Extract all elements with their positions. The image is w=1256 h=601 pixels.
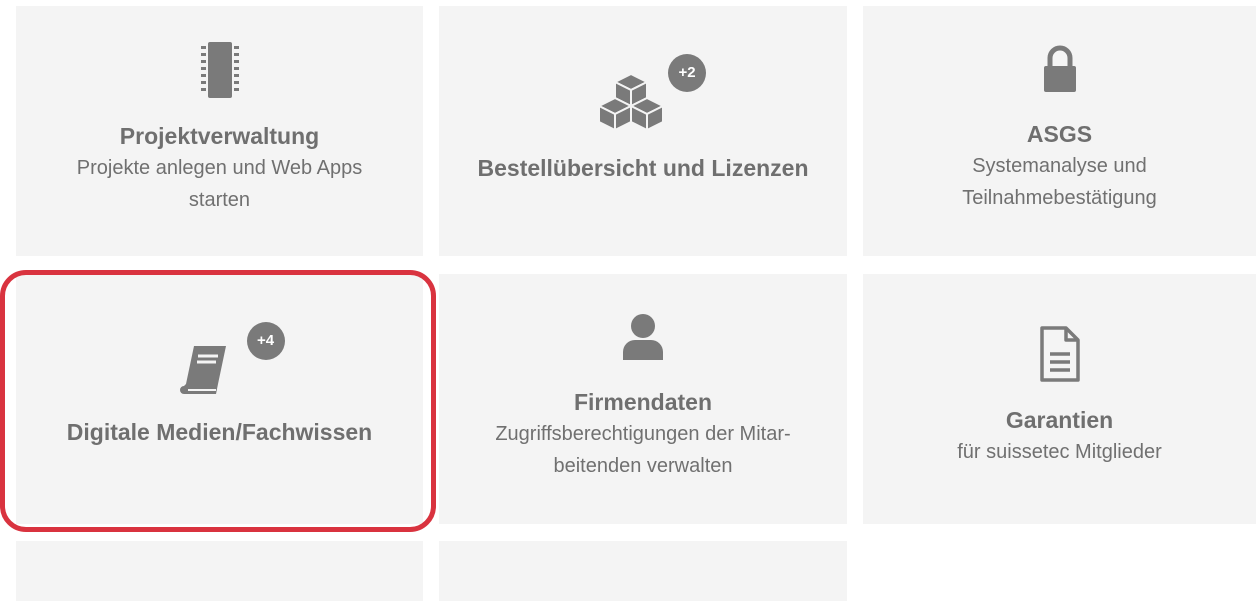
tile-row3-left[interactable] xyxy=(16,541,423,601)
lock-icon xyxy=(1040,44,1080,108)
tile-row3-middle[interactable] xyxy=(439,541,847,601)
user-icon xyxy=(619,312,667,376)
cubes-icon xyxy=(598,73,664,131)
chip-icon xyxy=(200,40,240,108)
tile-asgs[interactable]: ASGS Systemanalyse und Teilnahmebestätig… xyxy=(863,6,1256,256)
count-badge: +4 xyxy=(246,322,285,360)
tile-firmendaten[interactable]: Firmendaten Zugriffsberechtigungen der M… xyxy=(439,274,847,524)
tile-garantien[interactable]: Garantien für suissetec Mitglieder xyxy=(863,274,1256,524)
tile-subtitle: Zugriffsberechtigungen der Mitar- beiten… xyxy=(495,423,791,477)
document-icon xyxy=(1036,324,1084,388)
tile-title: Bestellübersicht und Lizenzen xyxy=(477,155,809,181)
book-icon xyxy=(179,346,226,394)
book-icon-wrap: +4 xyxy=(179,322,285,396)
tile-subtitle: für suissetec Mitglieder xyxy=(957,441,1162,463)
tile-title: Projektverwaltung xyxy=(119,123,320,149)
tile-bestelluebersicht[interactable]: +2 Bestellübersicht und Lizenzen xyxy=(439,6,847,256)
tile-subtitle: Systemanalyse und Teilnahmebestätigung xyxy=(962,155,1157,209)
tile-title: Digitale Medien/Fachwissen xyxy=(66,419,373,445)
tile-title: ASGS xyxy=(1026,121,1093,147)
tile-digitale-medien[interactable]: +4 Digitale Medien/Fachwissen xyxy=(16,274,423,524)
tile-title: Firmendaten xyxy=(573,389,713,415)
count-badge: +2 xyxy=(668,54,706,92)
tile-subtitle: Projekte anlegen und Web Apps starten xyxy=(76,157,363,211)
cubes-icon-wrap: +2 xyxy=(598,54,706,140)
tile-title: Garantien xyxy=(1005,407,1114,433)
tile-projektverwaltung[interactable]: Projektverwaltung Projekte anlegen und W… xyxy=(16,6,423,256)
